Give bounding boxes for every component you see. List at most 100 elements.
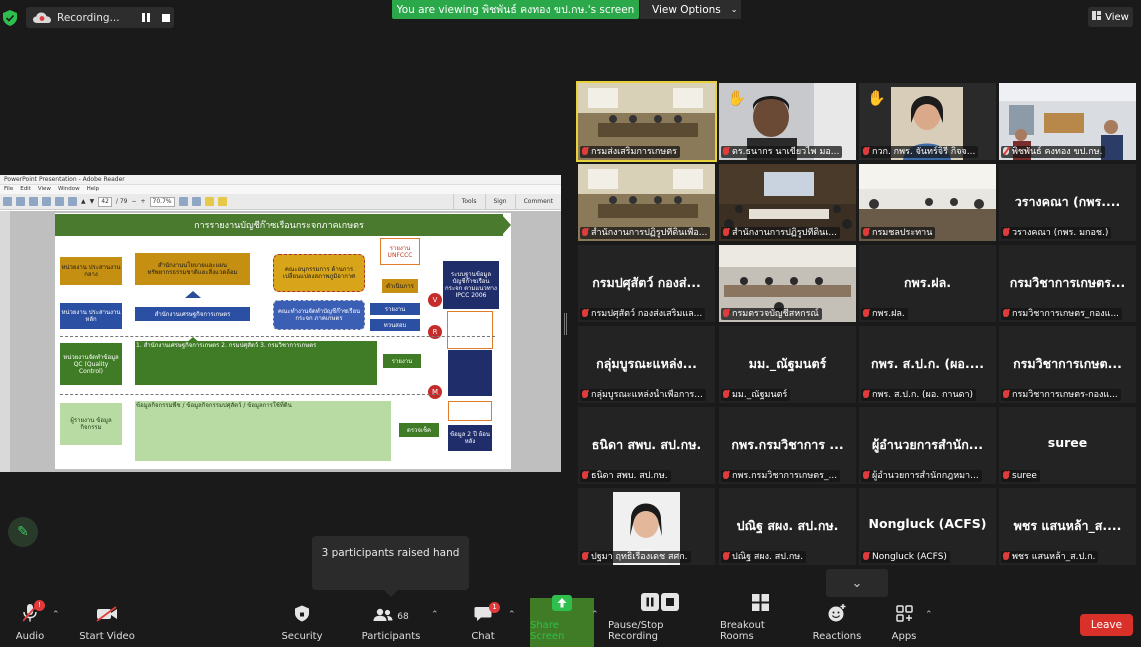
participants-button[interactable]: 68 Participants [358, 598, 424, 647]
breakout-rooms-button[interactable]: Breakout Rooms [720, 594, 800, 647]
create-icon[interactable] [16, 197, 25, 206]
apps-button[interactable]: Apps [884, 598, 924, 647]
sign-tab[interactable]: Sign [484, 194, 515, 209]
box-report-2: รายงาน [383, 354, 421, 368]
participant-name-text: กรมวิชาการเกษตร_กองแ... [1012, 309, 1120, 319]
participant-name-text: suree [1012, 471, 1037, 481]
save-icon[interactable] [29, 197, 38, 206]
participant-tile[interactable]: สำนักงานการปฏิรูปที่ดินเพื่อ... [578, 164, 715, 241]
menu-help[interactable]: Help [87, 185, 100, 194]
email-icon[interactable] [68, 197, 77, 206]
participant-tile[interactable]: พชร แสนหล้า_ส.... พชร แสนหล้า_ส.ป.ก. [999, 488, 1136, 565]
page-number-field[interactable]: 42 [98, 196, 112, 207]
security-shield-icon[interactable] [3, 10, 17, 26]
comment-tab[interactable]: Comment [514, 194, 561, 209]
participant-tile[interactable]: ✋ ดร.ธนากร นาเขียวไพ มอ... [719, 83, 856, 160]
participant-tile[interactable]: กพร.กรมวิชาการ ... กพร.กรมวิชาการเกษตร_..… [719, 407, 856, 484]
security-label: Security [281, 631, 323, 642]
menu-file[interactable]: File [4, 185, 13, 194]
print-icon[interactable] [55, 197, 64, 206]
participant-tile[interactable]: กพร.ฝล. กพร.ฝล. [859, 245, 996, 322]
participant-name-label: กรมชลประทาน [861, 227, 936, 239]
zoom-field[interactable]: 70.7% [149, 196, 175, 207]
participant-tile[interactable]: ปณิฐ สผง. สป.กษ. ปณิฐ สผง. สป.กษ. [719, 488, 856, 565]
participant-tile[interactable]: ปฐมา ฤทธิเรืองเดช สศก. [578, 488, 715, 565]
stop-recording-icon[interactable] [161, 13, 170, 22]
participant-tile[interactable]: กรมปศุสัตว์ กองส่... กรมปศุสัตว์ กองส่งเส… [578, 245, 715, 322]
menu-view[interactable]: View [38, 185, 51, 194]
apps-options-caret-icon[interactable]: ⌃ [925, 610, 933, 620]
participant-tile[interactable]: มม._ณัฐมนตร์ มม._ณัฐมนตร์ [719, 326, 856, 403]
shared-screen[interactable]: PowerPoint Presentation - Adobe Reader F… [0, 175, 561, 472]
participant-tile[interactable]: กรมตรวจบัญชีสหกรณ์ [719, 245, 856, 322]
comment-icon[interactable] [204, 197, 214, 206]
participant-name-label: suree [1001, 470, 1040, 482]
participant-name-label: กรมวิชาการเกษตร-กองแ... [1001, 389, 1121, 401]
leave-button[interactable]: Leave [1080, 614, 1133, 636]
participant-tile[interactable]: Nongluck (ACFS) Nongluck (ACFS) [859, 488, 996, 565]
menu-window[interactable]: Window [58, 185, 80, 194]
start-video-button[interactable]: Start Video [78, 598, 136, 647]
participant-name-text: กพร.กรมวิชาการเกษตร_... [732, 471, 838, 481]
muted-mic-icon [1003, 147, 1009, 155]
divider-2 [60, 394, 440, 395]
breakout-rooms-icon [751, 594, 769, 616]
view-options-button[interactable]: View Options ⌄ [640, 0, 741, 19]
highlight-icon[interactable] [217, 197, 227, 206]
box-navy-check [448, 350, 492, 396]
pause-recording-icon[interactable] [141, 13, 150, 22]
participants-options-caret-icon[interactable]: ⌃ [431, 610, 439, 620]
zoom-out-icon[interactable]: − [131, 198, 136, 205]
security-button[interactable]: Security [281, 598, 323, 647]
audio-button[interactable]: ! Audio [9, 598, 51, 647]
participant-name-text: กรมชลประทาน [872, 228, 933, 238]
participant-name-text: ผู้อำนวยการสำนักกฎหมา... [872, 471, 979, 481]
muted-mic-icon [582, 390, 588, 398]
open-icon[interactable] [3, 197, 12, 206]
participant-tile[interactable]: ธนิดา สพบ. สป.กษ. ธนิดา สพบ. สป.กษ. [578, 407, 715, 484]
tools-tab[interactable]: Tools [452, 194, 485, 209]
share-screen-button[interactable]: Share Screen [530, 595, 594, 647]
participant-name-text: พิชพันธ์ คงทอง ขป.กษ. [1012, 147, 1103, 157]
split-handle[interactable] [564, 313, 567, 335]
participant-name-text: สำนักงานการปฏิรูปที่ดินเพื่อ... [591, 228, 708, 238]
participant-tile[interactable]: กรมวิชาการเกษต... กรมวิชาการเกษตร-กองแ... [999, 326, 1136, 403]
pause-stop-recording-button[interactable]: Pause/Stop Recording [608, 593, 712, 647]
box-up-arrow-out [447, 311, 493, 349]
participant-tile[interactable]: วรางคณา (กพร.... วรางคณา (กพร. มกอช.) [999, 164, 1136, 241]
participant-tile[interactable]: กลุ่มบูรณะแหล่ง... กลุ่มบูรณะแหล่งน้ำเพื่… [578, 326, 715, 403]
box-review: ทวนสอบ [370, 319, 420, 331]
full-screen-icon[interactable] [191, 197, 201, 206]
fit-page-icon[interactable] [178, 197, 188, 206]
audio-options-caret-icon[interactable]: ⌃ [52, 610, 60, 620]
audio-label: Audio [15, 631, 45, 642]
participant-tile[interactable]: ✋ กวก. กพร. จันทร์จิรี กิจจ... [859, 83, 996, 160]
chat-options-caret-icon[interactable]: ⌃ [508, 610, 516, 620]
share-options-caret-icon[interactable]: ⌃ [591, 610, 599, 620]
participant-tile[interactable]: สำนักงานการปฏิรูปที่ดินเ... [719, 164, 856, 241]
collapse-gallery-button[interactable]: ⌄ [826, 569, 888, 597]
chat-button[interactable]: 1 Chat [464, 598, 502, 647]
menu-edit[interactable]: Edit [20, 185, 31, 194]
muted-mic-icon [723, 552, 729, 560]
next-page-icon[interactable]: ▼ [90, 198, 95, 205]
zoom-in-icon[interactable]: + [141, 198, 146, 205]
view-button[interactable]: View [1088, 7, 1133, 27]
participant-tile[interactable]: กพร. ส.ป.ก. (ผอ.... กพร. ส.ป.ก. (ผอ. กานด… [859, 326, 996, 403]
annotate-pencil-button[interactable]: ✎ [8, 517, 38, 547]
participant-tile[interactable]: กรมชลประทาน [859, 164, 996, 241]
participant-tile[interactable]: กรมส่งเสริมการเกษตร [576, 81, 717, 162]
participant-name-text: กรมปศุสัตว์ กองส่งเสริมแล... [591, 309, 703, 319]
participant-tile[interactable]: suree suree [999, 407, 1136, 484]
upload-icon[interactable] [42, 197, 51, 206]
muted-mic-icon [1003, 390, 1009, 398]
participant-name-label: ดร.ธนากร นาเขียวไพ มอ... [721, 146, 843, 158]
participant-tile[interactable]: กรมวิชาการเกษตร... กรมวิชาการเกษตร_กองแ..… [999, 245, 1136, 322]
participant-tile[interactable]: พิชพันธ์ คงทอง ขป.กษ. [999, 83, 1136, 160]
participant-name-label: พิชพันธ์ คงทอง ขป.กษ. [1001, 146, 1106, 158]
participant-name-label: สำนักงานการปฏิรูปที่ดินเพื่อ... [580, 227, 711, 239]
prev-page-icon[interactable]: ▲ [81, 198, 86, 205]
participant-display-name: พชร แสนหล้า_ส.... [1013, 518, 1122, 533]
reactions-button[interactable]: Reactions [810, 598, 864, 647]
participant-tile[interactable]: ผู้อำนวยการสำนัก... ผู้อำนวยการสำนักกฎหมา… [859, 407, 996, 484]
